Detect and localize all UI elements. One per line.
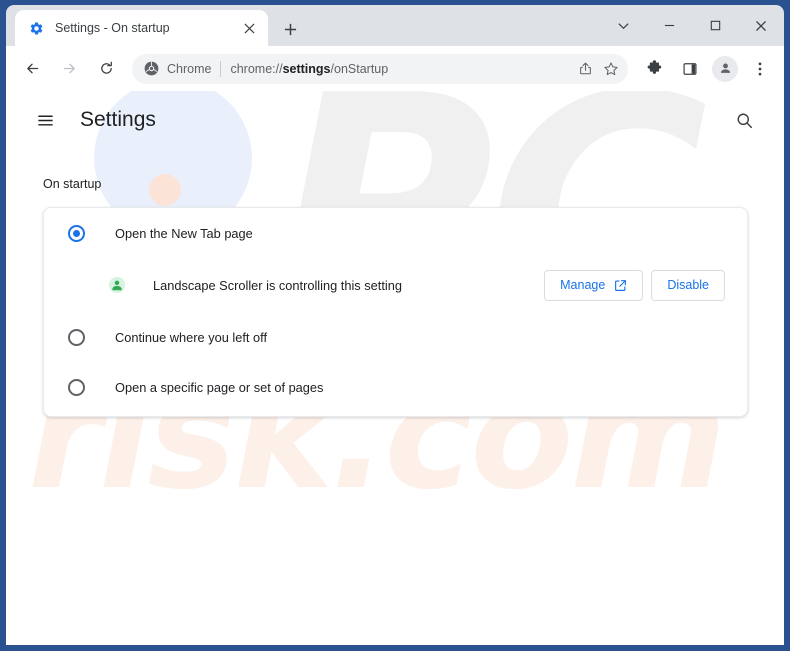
startup-option-specific-page[interactable]: Open a specific page or set of pages: [44, 362, 747, 412]
extension-icon: [107, 276, 126, 295]
maximize-icon[interactable]: [692, 5, 738, 46]
chrome-logo-icon: [143, 61, 159, 77]
three-dot-menu-icon[interactable]: [745, 54, 775, 84]
hamburger-icon[interactable]: [30, 105, 60, 135]
section-label: On startup: [43, 177, 102, 191]
search-icon[interactable]: [728, 104, 760, 136]
close-icon[interactable]: [738, 5, 784, 46]
avatar-icon[interactable]: [712, 55, 738, 82]
settings-page: PC risk.com Settings On startup Open th: [6, 91, 784, 645]
omnibox-actions: [572, 56, 624, 82]
extension-notice-buttons: Manage Disable: [544, 269, 725, 301]
manage-button[interactable]: Manage: [544, 269, 644, 301]
new-tab-button[interactable]: [276, 15, 304, 43]
address-bar[interactable]: Chrome chrome://settings/onStartup: [132, 53, 628, 84]
external-link-icon: [614, 279, 627, 292]
side-panel-icon[interactable]: [675, 54, 705, 84]
option-label: Continue where you left off: [115, 329, 268, 345]
option-label: Open a specific page or set of pages: [115, 379, 324, 395]
disable-button-label: Disable: [667, 278, 709, 292]
manage-button-label: Manage: [560, 278, 606, 292]
puzzle-icon[interactable]: [639, 54, 669, 84]
url-bold-part: settings: [282, 61, 331, 76]
on-startup-card: Open the New Tab page Landscape Scroller…: [43, 207, 748, 417]
omnibox-url: chrome://settings/onStartup: [230, 62, 572, 76]
extension-notice-text: Landscape Scroller is controlling this s…: [153, 277, 402, 293]
chevron-down-icon[interactable]: [600, 5, 646, 46]
gear-icon: [28, 20, 44, 36]
arrow-right-icon: [55, 55, 83, 83]
toolbar-right-actions: [636, 54, 778, 84]
reload-icon[interactable]: [92, 55, 120, 83]
disable-button[interactable]: Disable: [651, 269, 725, 301]
radio-button-selected[interactable]: [68, 224, 85, 242]
radio-button-unselected[interactable]: [68, 378, 85, 396]
settings-header: Settings: [6, 91, 784, 149]
page-title: Settings: [80, 108, 156, 131]
option-label: Open the New Tab page: [115, 225, 253, 241]
startup-option-continue[interactable]: Continue where you left off: [44, 312, 747, 362]
browser-tab[interactable]: Settings - On startup: [15, 10, 268, 46]
minimize-icon[interactable]: [646, 5, 692, 46]
watermark-dot: [149, 174, 181, 206]
share-icon[interactable]: [572, 56, 598, 82]
star-icon[interactable]: [598, 56, 624, 82]
tab-strip: Settings - On startup: [6, 5, 784, 46]
startup-option-new-tab[interactable]: Open the New Tab page: [44, 208, 747, 258]
arrow-left-icon[interactable]: [18, 55, 46, 83]
window-controls: [600, 5, 784, 46]
tab-title: Settings - On startup: [55, 21, 170, 35]
browser-window: Settings - On startup Chrome chrome://se…: [0, 0, 790, 651]
extension-control-notice: Landscape Scroller is controlling this s…: [44, 258, 747, 312]
omnibox-chip-label: Chrome: [167, 61, 212, 76]
close-icon[interactable]: [238, 17, 260, 39]
radio-button-unselected[interactable]: [68, 328, 85, 346]
url-prefix: chrome://: [230, 61, 283, 76]
url-suffix: /onStartup: [330, 61, 389, 76]
omnibox-separator: [220, 60, 222, 77]
browser-toolbar: Chrome chrome://settings/onStartup: [6, 46, 784, 91]
